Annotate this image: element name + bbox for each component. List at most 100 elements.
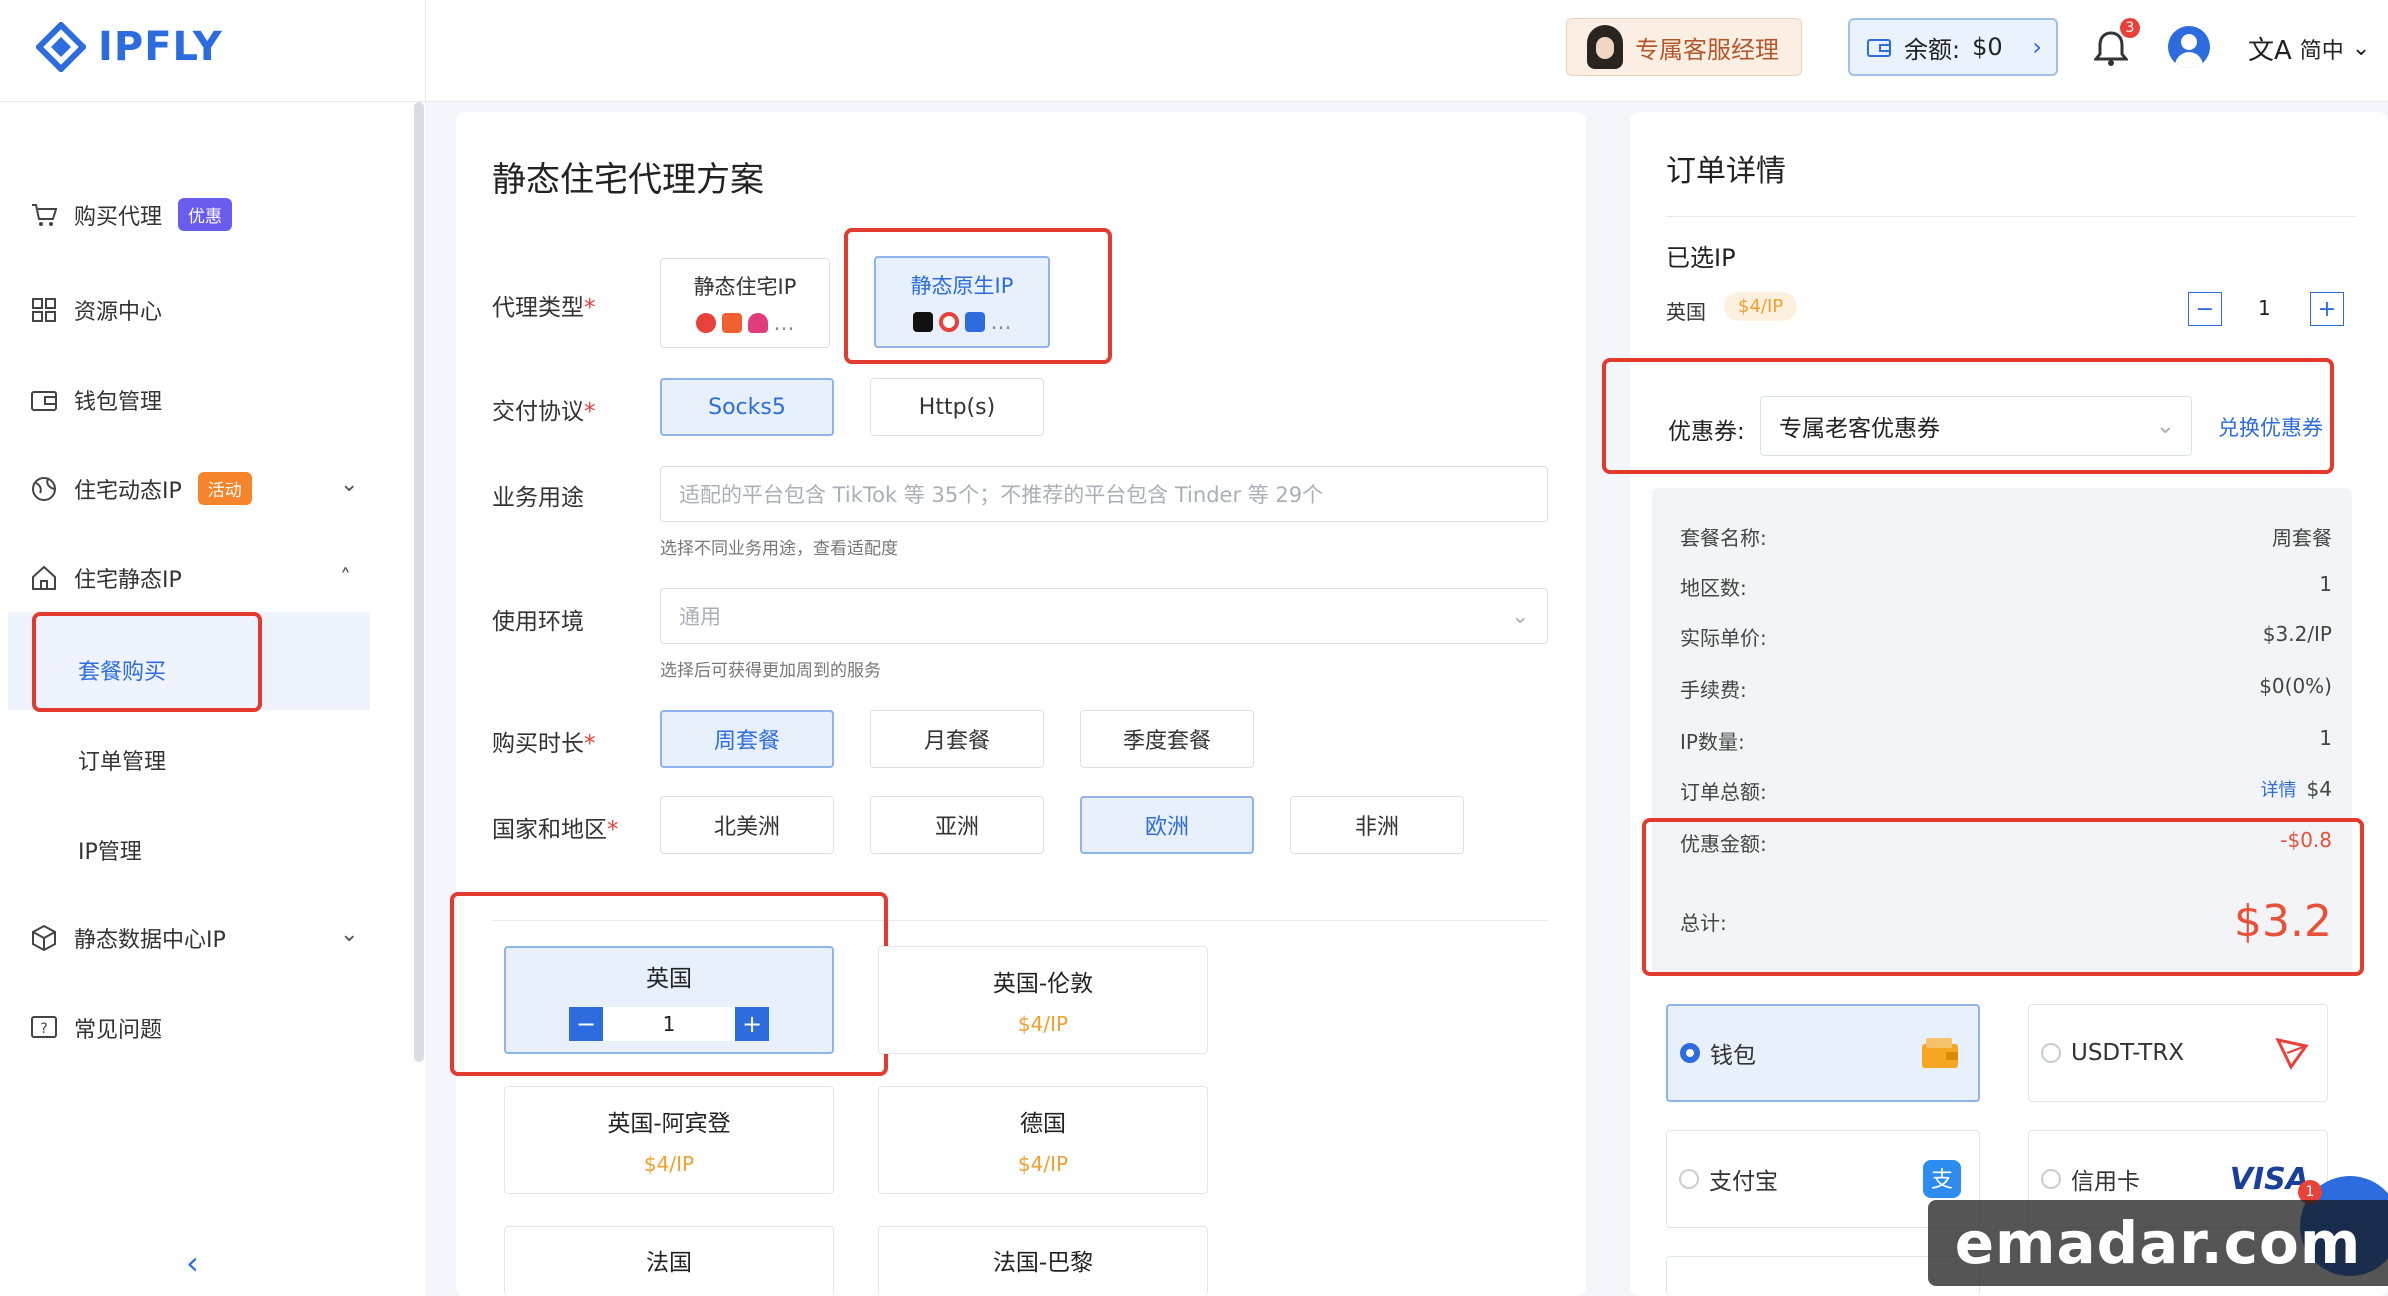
- country-card-germany[interactable]: 德国 $4/IP: [878, 1086, 1208, 1194]
- order-title: 订单详情: [1666, 154, 1786, 189]
- event-tag: 活动: [197, 472, 252, 505]
- highlight-box-proxy-type: [844, 228, 1112, 364]
- chevron-down-icon[interactable]: ⌄: [340, 472, 358, 497]
- radio-unselected: [2041, 1169, 2061, 1189]
- summary-row: 地区数: 1: [1680, 572, 2332, 600]
- region-asia[interactable]: 亚洲: [870, 796, 1044, 854]
- summary-row: 实际单价: $3.2/IP: [1680, 622, 2332, 650]
- country-card-uk-abingdon[interactable]: 英国-阿宾登 $4/IP: [504, 1086, 834, 1194]
- proxy-type-static-residential[interactable]: 静态住宅IP …: [660, 258, 830, 348]
- sidebar-item-label: 购买代理: [74, 204, 163, 230]
- cart-icon: [30, 201, 58, 229]
- usage-input[interactable]: 适配的平台包含 TikTok 等 35个；不推荐的平台包含 Tinder 等 2…: [660, 466, 1548, 522]
- sidebar-item-dynamic-ip[interactable]: 住宅动态IP 活动: [30, 472, 252, 505]
- brand-name: IPFLY: [98, 24, 223, 70]
- proxy-type-label: 代理类型*: [492, 295, 596, 321]
- region-north-america[interactable]: 北美洲: [660, 796, 834, 854]
- sidebar-scrollbar[interactable]: [414, 102, 424, 1062]
- region-africa[interactable]: 非洲: [1290, 796, 1464, 854]
- duration-monthly[interactable]: 月套餐: [870, 710, 1044, 768]
- sidebar-item-label: 住宅动态IP: [74, 478, 182, 504]
- summary-row: 订单总额: 详情 $4: [1680, 777, 2332, 804]
- platform-icons: …: [695, 311, 795, 335]
- home-icon: [30, 564, 58, 592]
- protocol-label: 交付协议*: [492, 399, 596, 425]
- environment-value: 通用: [679, 605, 721, 629]
- payment-wallet[interactable]: 钱包: [1666, 1004, 1980, 1102]
- translate-icon: 文A: [2248, 36, 2292, 66]
- sidebar-item-wallet[interactable]: 钱包管理: [30, 384, 162, 416]
- radio-unselected: [2041, 1043, 2061, 1063]
- globe-icon: [30, 475, 58, 503]
- language-switcher[interactable]: 文A 简中 ⌄: [2248, 30, 2370, 67]
- order-detail-link[interactable]: 详情: [2261, 780, 2297, 801]
- sidebar-item-static-ip[interactable]: 住宅静态IP: [30, 562, 182, 594]
- svg-text:支: 支: [1931, 1168, 1953, 1193]
- brand-logo[interactable]: IPFLY: [36, 22, 223, 72]
- sidebar-item-datacenter-ip[interactable]: 静态数据中心IP: [30, 922, 226, 954]
- region-europe[interactable]: 欧洲: [1080, 796, 1254, 854]
- payment-label: 支付宝: [1709, 1169, 1778, 1195]
- duration-weekly[interactable]: 周套餐: [660, 710, 834, 768]
- payment-label: 钱包: [1710, 1043, 1756, 1069]
- radio-selected: [1680, 1043, 1700, 1063]
- sidebar-item-label: 静态数据中心IP: [74, 928, 226, 953]
- watermark: emadar.com: [1928, 1200, 2388, 1286]
- language-label: 简中: [2299, 38, 2344, 64]
- chevron-right-icon: ›: [2032, 33, 2042, 61]
- discount-tag: 优惠: [178, 198, 233, 231]
- balance-value: $0: [1972, 33, 2003, 61]
- payment-label: USDT-TRX: [2071, 1040, 2185, 1066]
- payment-usdt[interactable]: USDT-TRX: [2028, 1004, 2328, 1102]
- country-price: $4/IP: [643, 1152, 695, 1176]
- sidebar-item-label: 常见问题: [74, 1018, 163, 1043]
- collapse-sidebar-icon[interactable]: ‹: [186, 1244, 199, 1282]
- protocol-socks5[interactable]: Socks5: [660, 378, 834, 436]
- sidebar-item-buy-proxy[interactable]: 购买代理 优惠: [30, 198, 233, 231]
- sidebar-subitem-orders[interactable]: 订单管理: [78, 744, 166, 776]
- sidebar-item-label: 住宅静态IP: [74, 568, 182, 593]
- sidebar-item-label: 资源中心: [74, 300, 163, 325]
- country-name: 法国-巴黎: [992, 1250, 1094, 1276]
- sidebar-subitem-ip-management[interactable]: IP管理: [78, 834, 142, 866]
- page-title: 静态住宅代理方案: [492, 160, 764, 200]
- sidebar-item-faq[interactable]: ? 常见问题: [30, 1012, 162, 1044]
- proxy-type-name: 静态住宅IP: [693, 275, 797, 299]
- sidebar-item-resources[interactable]: 资源中心: [30, 294, 162, 326]
- country-card-uk-london[interactable]: 英国-伦敦 $4/IP: [878, 946, 1208, 1054]
- payment-label: 信用卡: [2071, 1169, 2140, 1195]
- account-manager-button[interactable]: 专属客服经理: [1566, 18, 1802, 76]
- country-price: $4/IP: [1017, 1152, 1069, 1176]
- usage-label: 业务用途: [492, 485, 584, 511]
- country-name: 英国-伦敦: [992, 971, 1094, 997]
- country-card-france-paris[interactable]: 法国-巴黎: [878, 1226, 1208, 1296]
- tron-icon: [2275, 1037, 2309, 1070]
- radio-unselected: [1679, 1169, 1699, 1189]
- order-quantity[interactable]: 1: [2258, 296, 2271, 320]
- chevron-up-icon[interactable]: ˄: [340, 566, 351, 591]
- selected-country: 英国: [1666, 300, 1706, 324]
- summary-row: IP数量: 1: [1680, 726, 2332, 754]
- order-decrement-button[interactable]: −: [2188, 292, 2222, 326]
- country-name: 德国: [1020, 1111, 1066, 1137]
- manager-label: 专属客服经理: [1635, 35, 1779, 64]
- country-price: $4/IP: [1017, 1012, 1069, 1036]
- wallet-icon: [1867, 39, 1891, 57]
- highlight-box-total: [1642, 818, 2364, 976]
- chevron-down-icon[interactable]: ⌄: [340, 922, 358, 947]
- notification-badge: 3: [2120, 18, 2140, 38]
- balance-button[interactable]: 余额: $0 ›: [1848, 18, 2058, 76]
- platform-icon: [721, 313, 742, 333]
- protocol-https[interactable]: Http(s): [870, 378, 1044, 436]
- wallet-icon: [30, 386, 58, 414]
- more-icon: …: [773, 311, 795, 335]
- country-card-france[interactable]: 法国: [504, 1226, 834, 1296]
- balance-label: 余额:: [1904, 35, 1961, 64]
- user-avatar[interactable]: [2168, 26, 2210, 68]
- duration-quarterly[interactable]: 季度套餐: [1080, 710, 1254, 768]
- environment-select[interactable]: 通用 ⌄: [660, 588, 1548, 644]
- summary-row: 套餐名称: 周套餐: [1680, 526, 2332, 550]
- order-increment-button[interactable]: +: [2310, 292, 2344, 326]
- divider: [1666, 216, 2356, 217]
- chevron-down-icon: ⌄: [2351, 36, 2371, 61]
